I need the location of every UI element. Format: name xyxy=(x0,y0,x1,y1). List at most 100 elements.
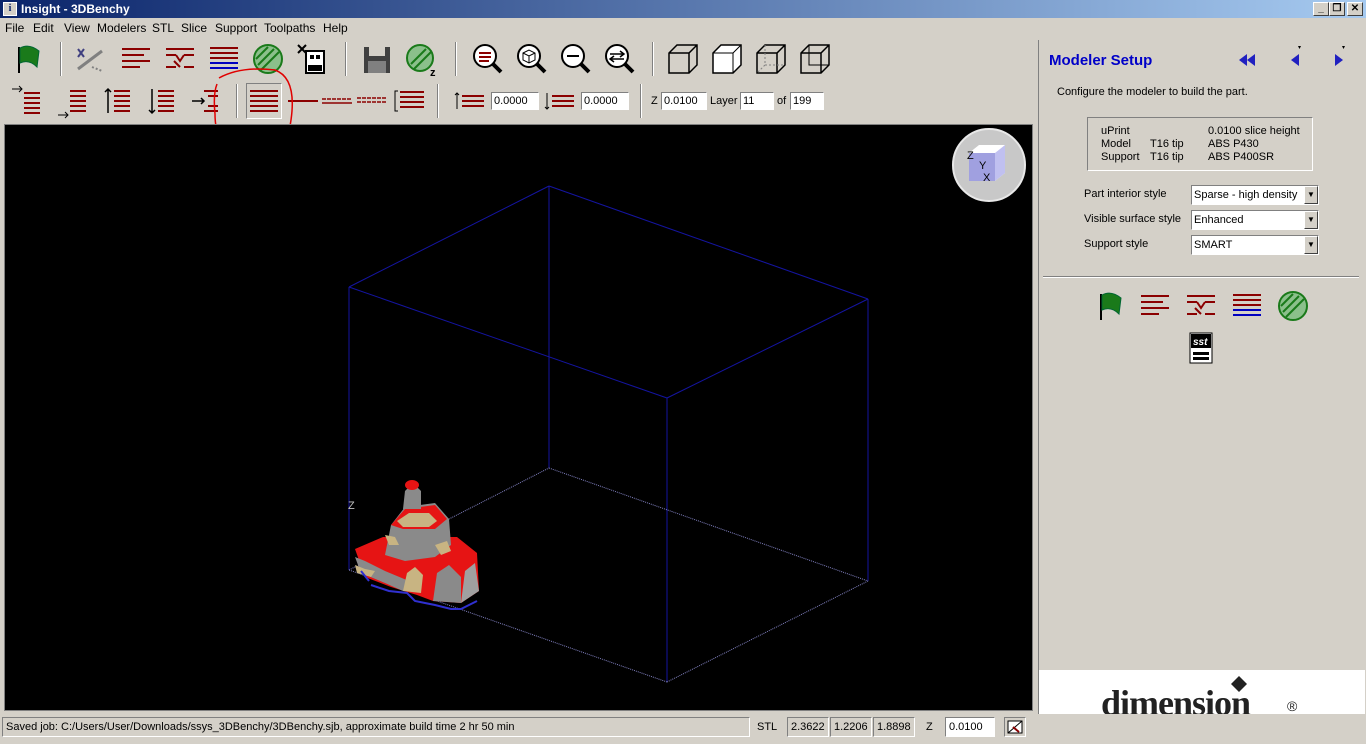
slice-icon[interactable] xyxy=(118,41,154,77)
previous-step-icon[interactable] xyxy=(1285,44,1305,70)
menu-slice[interactable]: Slice xyxy=(181,21,207,35)
chevron-down-icon[interactable]: ▼ xyxy=(1304,211,1318,229)
menu-file[interactable]: File xyxy=(5,21,24,35)
hatch-circle-icon[interactable] xyxy=(1277,290,1309,322)
slice-up-icon[interactable] xyxy=(8,83,44,119)
support-style-select[interactable]: SMART ▼ xyxy=(1191,235,1319,255)
model-material: ABS P430 xyxy=(1208,138,1259,150)
minimize-button[interactable]: _ xyxy=(1313,2,1329,16)
z-label: Z xyxy=(651,95,658,107)
z-height-field[interactable]: 0.0100 xyxy=(661,92,707,110)
status-message: Saved job: C:/Users/User/Downloads/ssys_… xyxy=(2,717,750,737)
chevron-down-icon[interactable]: ▼ xyxy=(1304,236,1318,254)
toolpaths-icon[interactable] xyxy=(1231,290,1263,322)
save-icon[interactable] xyxy=(360,41,396,77)
chevron-down-icon[interactable]: ▼ xyxy=(1304,186,1318,204)
zoom-icon[interactable] xyxy=(469,41,505,77)
next-step-icon[interactable] xyxy=(1329,44,1349,70)
menu-toolpaths[interactable]: Toolpaths xyxy=(264,21,315,35)
build-envelope xyxy=(348,185,869,682)
hatch-circle-z-icon[interactable]: z xyxy=(404,41,440,79)
restore-button[interactable]: ❐ xyxy=(1329,2,1345,16)
sliced-part-model[interactable] xyxy=(355,480,479,610)
close-button[interactable]: ✕ xyxy=(1347,2,1363,16)
support-style-value: SMART xyxy=(1194,239,1233,251)
menu-modelers[interactable]: Modelers xyxy=(97,21,146,35)
main-toolbar: z xyxy=(0,38,1036,80)
menu-bar: File Edit View Modelers STL Slice Suppor… xyxy=(0,18,1366,38)
menu-edit[interactable]: Edit xyxy=(33,21,54,35)
start-layer-icon xyxy=(454,83,488,119)
layer-down-icon[interactable] xyxy=(144,83,180,119)
two-layers-icon[interactable] xyxy=(320,83,356,119)
3d-viewport[interactable]: Z Z Y X xyxy=(4,124,1033,711)
part-interior-select[interactable]: Sparse - high density ▼ xyxy=(1191,185,1319,205)
menu-help[interactable]: Help xyxy=(323,21,348,35)
slice-height: 0.0100 slice height xyxy=(1208,125,1300,137)
panel-description: Configure the modeler to build the part. xyxy=(1057,86,1248,98)
support-label: Support xyxy=(1101,151,1140,163)
visible-surface-select[interactable]: Enhanced ▼ xyxy=(1191,210,1319,230)
support-tip: T16 tip xyxy=(1150,151,1184,163)
window-title: Insight - 3DBenchy xyxy=(21,2,130,16)
modeler-info-box: uPrint 0.0100 slice height Model T16 tip… xyxy=(1087,117,1313,171)
support-style-label: Support style xyxy=(1084,238,1149,250)
stl-label: STL xyxy=(757,721,778,733)
svg-text:z: z xyxy=(430,67,436,77)
sst-printer-icon[interactable]: sst xyxy=(1189,332,1213,364)
build-volume-scene: Z Z Y X xyxy=(348,128,1026,683)
menu-stl[interactable]: STL xyxy=(152,21,174,35)
stl-z-field: 1.8898 xyxy=(873,717,915,737)
view-top-icon[interactable] xyxy=(797,41,833,77)
slice-down-icon[interactable] xyxy=(54,83,90,119)
title-bar: i Insight - 3DBenchy _ ❐ ✕ xyxy=(0,0,1366,18)
status-z-field[interactable]: 0.0100 xyxy=(945,717,995,737)
of-label: of xyxy=(777,95,787,107)
panel-title: Modeler Setup xyxy=(1049,52,1153,69)
zoom-box-icon[interactable] xyxy=(513,41,549,77)
nav-cube-z: Z xyxy=(967,150,974,162)
orient-stl-icon[interactable] xyxy=(72,41,108,77)
visible-surface-label: Visible surface style xyxy=(1084,213,1182,225)
visible-surface-value: Enhanced xyxy=(1194,214,1244,226)
status-bar: Saved job: C:/Users/User/Downloads/ssys_… xyxy=(0,714,1366,744)
app-icon: i xyxy=(3,2,17,16)
menu-support[interactable]: Support xyxy=(215,21,257,35)
end-layer-icon xyxy=(544,83,578,119)
layer-label: Layer xyxy=(710,95,738,107)
three-layers-icon[interactable] xyxy=(355,83,391,119)
printer-name: uPrint xyxy=(1101,125,1130,137)
stl-y-field: 1.2206 xyxy=(830,717,872,737)
slice-icon[interactable] xyxy=(1139,290,1171,322)
logo-diamond-icon xyxy=(1231,676,1247,692)
first-step-icon[interactable] xyxy=(1235,50,1259,70)
nav-cube[interactable]: Z Y X xyxy=(952,128,1026,202)
status-z-label: Z xyxy=(926,721,933,733)
layer-number-field[interactable]: 11 xyxy=(740,92,774,110)
panel-divider xyxy=(1043,276,1359,278)
part-interior-value: Sparse - high density xyxy=(1194,189,1298,201)
pan-icon[interactable] xyxy=(601,41,637,77)
model-label: Model xyxy=(1101,138,1131,150)
support-icon[interactable] xyxy=(1185,290,1217,322)
stl-x-field: 2.3622 xyxy=(787,717,829,737)
support-material: ABS P400SR xyxy=(1208,151,1275,163)
layer-range-icon[interactable] xyxy=(392,83,428,119)
part-interior-label: Part interior style xyxy=(1084,188,1167,200)
zoom-fit-icon[interactable] xyxy=(557,41,593,77)
sst-icon-text: sst xyxy=(1193,337,1208,348)
view-side-icon[interactable] xyxy=(753,41,789,77)
support-icon[interactable] xyxy=(162,41,198,77)
view-iso-icon[interactable] xyxy=(665,41,701,77)
modeler-setup-panel: Modeler Setup Configure the modeler to b… xyxy=(1038,40,1365,740)
modeler-flag-icon[interactable] xyxy=(1095,290,1127,322)
slice-start-field[interactable]: 0.0000 xyxy=(491,92,539,110)
modeler-status-icon[interactable] xyxy=(1004,717,1026,737)
menu-view[interactable]: View xyxy=(64,21,90,35)
modeler-flag-icon[interactable] xyxy=(11,41,47,77)
slice-end-field[interactable]: 0.0000 xyxy=(581,92,629,110)
layer-total-field: 199 xyxy=(790,92,824,110)
layer-up-icon[interactable] xyxy=(100,83,136,119)
view-front-icon[interactable] xyxy=(709,41,745,77)
logo-registered: ® xyxy=(1287,698,1298,714)
